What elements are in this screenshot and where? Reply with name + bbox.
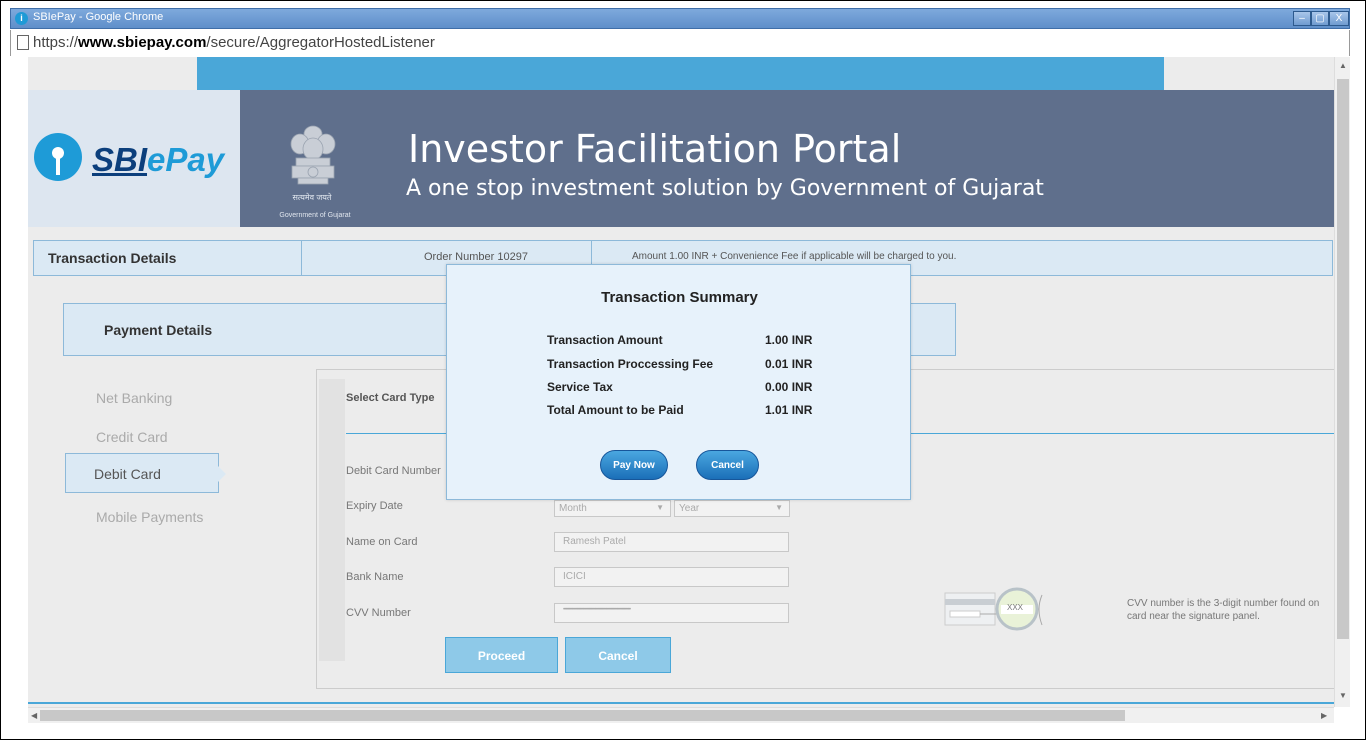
card-number-label: Debit Card Number	[346, 465, 441, 477]
modal-title: Transaction Summary	[601, 289, 758, 306]
url-domain: www.sbiepay.com	[78, 34, 207, 51]
modal-cancel-button[interactable]: Cancel	[696, 450, 759, 480]
payment-method-mobile-payments[interactable]: Mobile Payments	[96, 509, 203, 525]
horizontal-scroll-thumb[interactable]	[40, 710, 1125, 721]
cvv-input[interactable]: ••••••••••••••••••••••••••••••••••••••••…	[554, 603, 789, 623]
sbi-logo-keyhole-stem	[56, 157, 60, 175]
name-on-card-input[interactable]: Ramesh Patel	[554, 532, 789, 552]
summary-label: Transaction Amount	[547, 333, 663, 347]
footer-divider	[28, 702, 1334, 704]
emblem-motto: सत्यमेव जयते	[292, 193, 332, 202]
close-window-button[interactable]: X	[1329, 11, 1349, 26]
amount-info: Amount 1.00 INR + Convenience Fee if app…	[632, 251, 957, 262]
bank-name-label: Bank Name	[346, 571, 404, 583]
window-titlebar[interactable]: i SBIePay - Google Chrome – ▢ X	[10, 8, 1350, 29]
summary-value: 0.01 INR	[765, 357, 813, 371]
cvv-card-illustration-icon	[944, 587, 1043, 631]
summary-value: 1.01 INR	[765, 403, 813, 417]
top-band	[197, 57, 1164, 90]
bank-name-input[interactable]: ICICI	[554, 567, 789, 587]
cvv-badge: XXX	[1007, 603, 1024, 612]
summary-label: Service Tax	[547, 380, 613, 394]
expiry-year-value: Year	[679, 503, 700, 514]
sbiepay-app-icon: i	[15, 12, 28, 25]
expiry-year-select[interactable]: Year ▼	[674, 500, 790, 517]
emblem-government-caption: Government of Gujarat	[279, 212, 351, 219]
window-title: SBIePay - Google Chrome	[33, 11, 164, 23]
portal-subtitle: A one stop investment solution by Govern…	[406, 176, 1044, 201]
national-emblem-icon	[290, 125, 336, 185]
name-on-card-label: Name on Card	[346, 536, 418, 548]
summary-label: Total Amount to be Paid	[547, 403, 684, 417]
payment-method-debit-card[interactable]: Debit Card	[65, 453, 219, 493]
cvv-help-text: CVV number is the 3-digit number found o…	[1127, 598, 1320, 622]
summary-value: 1.00 INR	[765, 333, 813, 347]
portal-title: Investor Facilitation Portal	[408, 127, 902, 171]
horizontal-scrollbar[interactable]: ◀ ▶	[28, 707, 1334, 723]
cancel-button[interactable]: Cancel	[565, 637, 671, 673]
logo-text-sbi: SBI	[92, 141, 148, 178]
expiry-month-value: Month	[559, 503, 587, 514]
expiry-month-select[interactable]: Month ▼	[554, 500, 671, 517]
payment-method-credit-card[interactable]: Credit Card	[96, 429, 168, 445]
select-card-type-label: Select Card Type	[346, 392, 435, 404]
maximize-button[interactable]: ▢	[1311, 11, 1329, 26]
proceed-button[interactable]: Proceed	[445, 637, 558, 673]
minimize-button[interactable]: –	[1293, 11, 1311, 26]
scroll-up-arrow-icon[interactable]: ▲	[1339, 61, 1347, 70]
order-number: Order Number 10297	[424, 251, 528, 263]
url-text[interactable]: https://www.sbiepay.com/secure/Aggregato…	[33, 34, 435, 51]
scroll-right-arrow-icon[interactable]: ▶	[1321, 711, 1327, 720]
transaction-summary-modal: Transaction Summary Transaction Amount 1…	[446, 264, 911, 500]
logo-text-epay: ePay	[147, 141, 225, 178]
vertical-scrollbar[interactable]: ▲ ▼	[1334, 57, 1350, 707]
page-viewport: SBIePay सत्यमेव जयते Government of Gujar…	[28, 57, 1334, 707]
dropdown-arrow-icon: ▼	[775, 503, 783, 512]
url-prefix: https://	[33, 34, 79, 51]
pay-now-button[interactable]: Pay Now	[600, 450, 668, 480]
page-icon	[17, 35, 29, 50]
sbiepay-logo-text: SBIePay	[92, 141, 224, 179]
cvv-number-label: CVV Number	[346, 607, 411, 619]
url-path: /secure/AggregatorHostedListener	[206, 34, 435, 51]
scroll-left-arrow-icon[interactable]: ◀	[31, 711, 37, 720]
selected-method-arrow	[218, 466, 226, 482]
payment-method-debit-card-label: Debit Card	[94, 466, 161, 482]
transaction-details-label: Transaction Details	[48, 250, 177, 266]
scroll-down-arrow-icon[interactable]: ▼	[1339, 691, 1347, 700]
vertical-scroll-thumb[interactable]	[1337, 79, 1349, 639]
expiry-date-label: Expiry Date	[346, 500, 403, 512]
summary-value: 0.00 INR	[765, 380, 813, 394]
payment-method-net-banking[interactable]: Net Banking	[96, 390, 172, 406]
payment-details-label: Payment Details	[104, 322, 213, 338]
divider	[301, 241, 302, 275]
dropdown-arrow-icon: ▼	[656, 503, 664, 512]
address-bar[interactable]: https://www.sbiepay.com/secure/Aggregato…	[10, 30, 1350, 56]
form-side-strip	[319, 379, 345, 661]
summary-label: Transaction Proccessing Fee	[547, 357, 714, 371]
